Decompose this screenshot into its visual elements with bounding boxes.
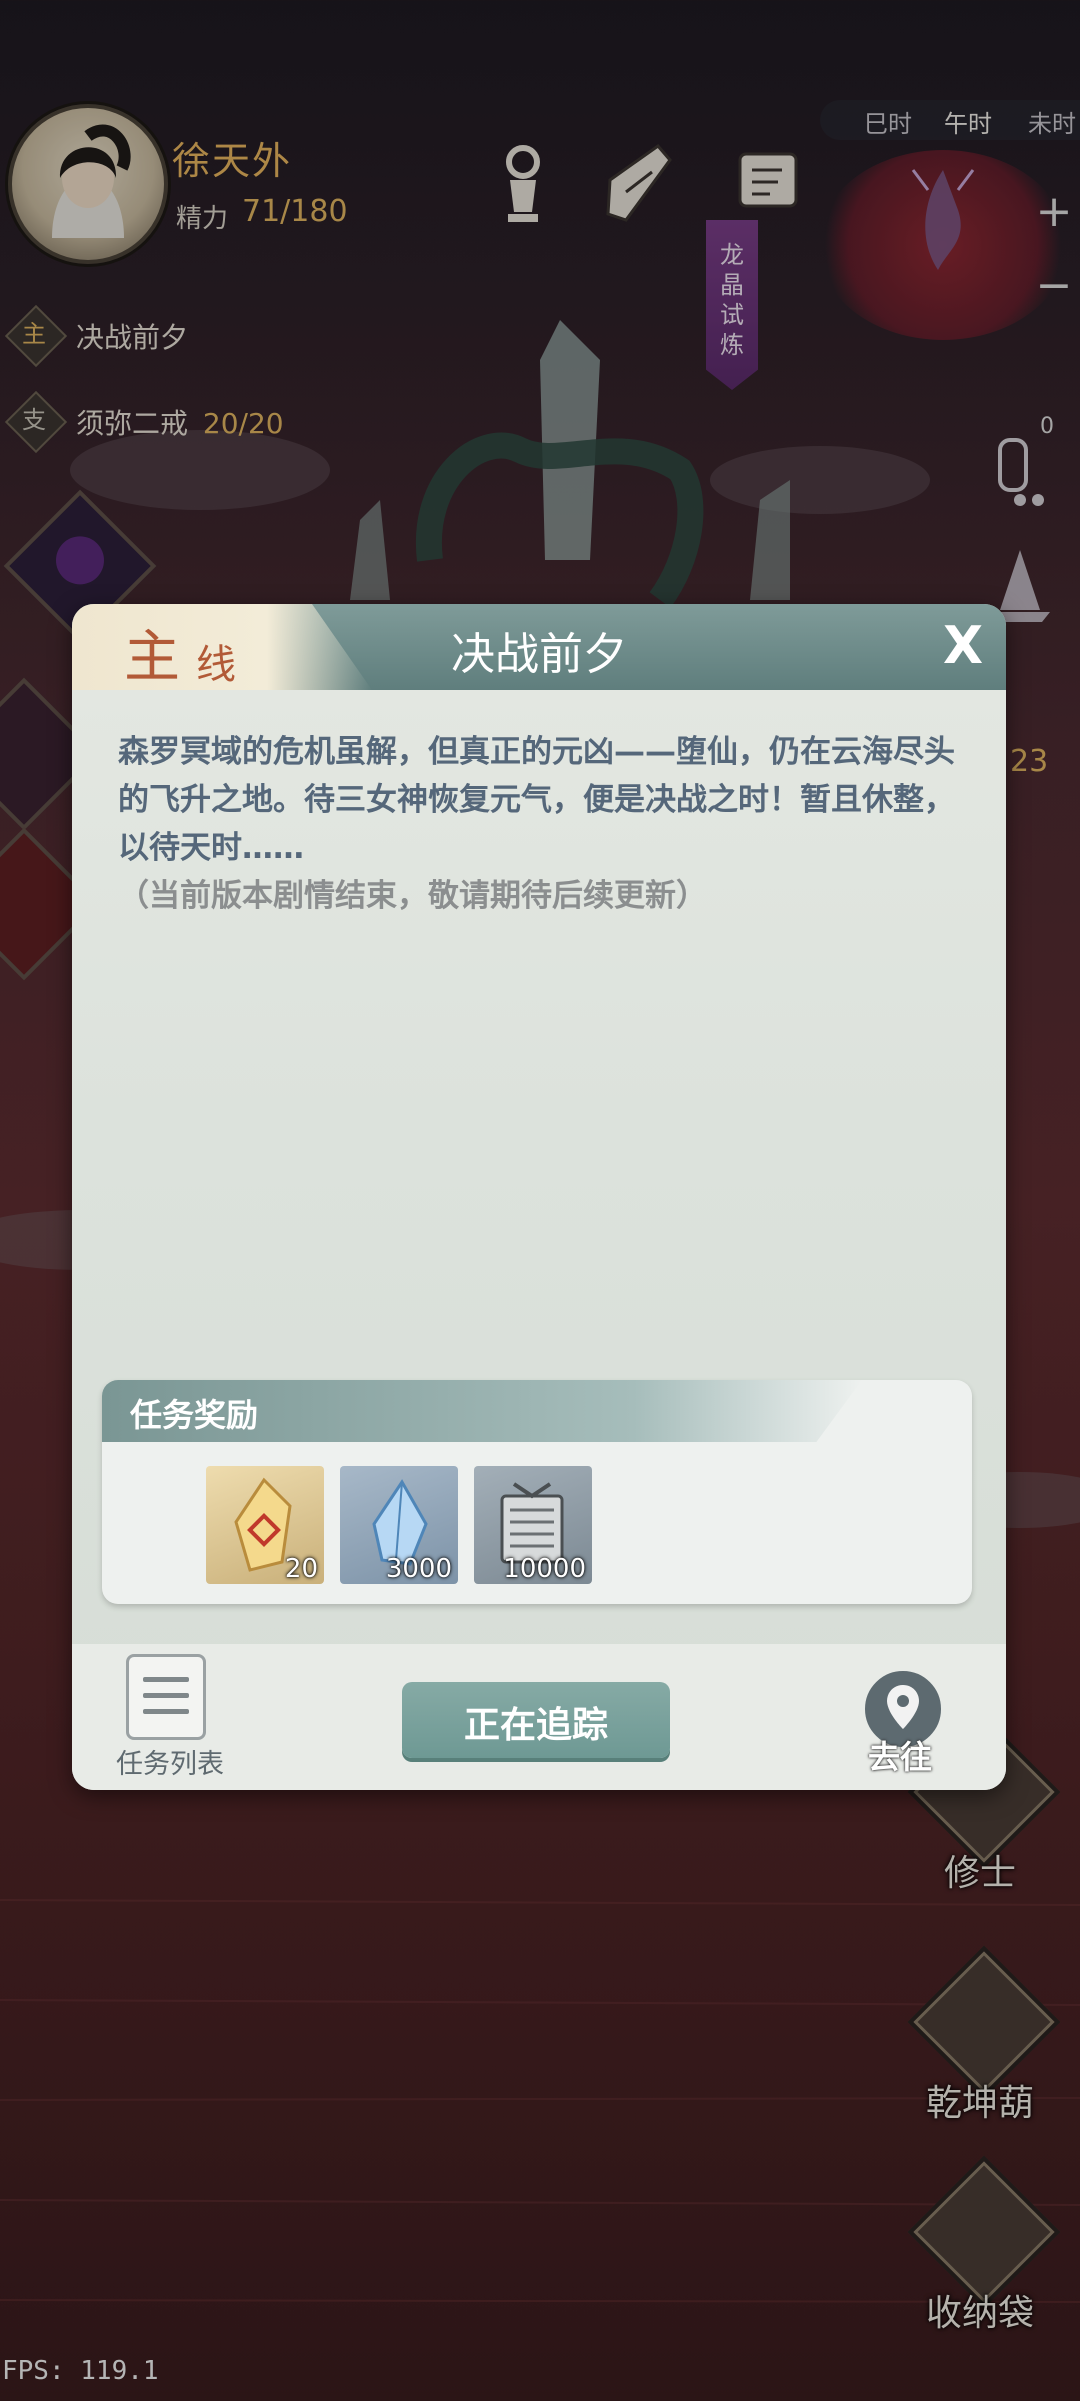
- reward-title: 任务奖励: [130, 1396, 259, 1434]
- close-button[interactable]: X: [930, 610, 996, 682]
- tracking-label: 正在追踪: [463, 1705, 608, 1746]
- quest-note: （当前版本剧情结束，敬请期待后续更新）: [118, 878, 707, 914]
- dialog-header: 主 线 决战前夕 X: [72, 604, 1006, 690]
- tracking-button[interactable]: 正在追踪: [402, 1682, 670, 1758]
- goto-label: 去往: [867, 1738, 932, 1776]
- reward-count: 20: [284, 1554, 318, 1584]
- task-list-button[interactable]: 任务列表: [106, 1654, 226, 1780]
- dialog-footer: 任务列表 正在追踪 去往: [72, 1644, 1006, 1790]
- reward-item-golden-crystal[interactable]: 20: [206, 1466, 324, 1584]
- reward-count: 10000: [503, 1554, 586, 1584]
- reward-count: 3000: [385, 1554, 452, 1584]
- dialog-title: 决战前夕: [451, 629, 627, 680]
- dialog-body: 森罗冥域的危机虽解，但真正的元凶——堕仙，仍在云海尽头的飞升之地。待三女神恢复元…: [72, 690, 1006, 1790]
- quest-dialog: 主 线 决战前夕 X 森罗冥域的危机虽解，但真正的元凶——堕仙，仍在云海尽头的飞…: [72, 604, 1006, 1790]
- list-icon: [126, 1654, 206, 1740]
- reward-panel: 任务奖励 20 3000 10000: [102, 1380, 972, 1604]
- reward-item-scroll-bundle[interactable]: 10000: [474, 1466, 592, 1584]
- reward-item-blue-crystal[interactable]: 3000: [340, 1466, 458, 1584]
- task-list-label: 任务列表: [116, 1749, 224, 1780]
- quest-description: 森罗冥域的危机虽解，但真正的元凶——堕仙，仍在云海尽头的飞升之地。待三女神恢复元…: [118, 734, 955, 866]
- goto-button[interactable]: 去往: [840, 1668, 960, 1778]
